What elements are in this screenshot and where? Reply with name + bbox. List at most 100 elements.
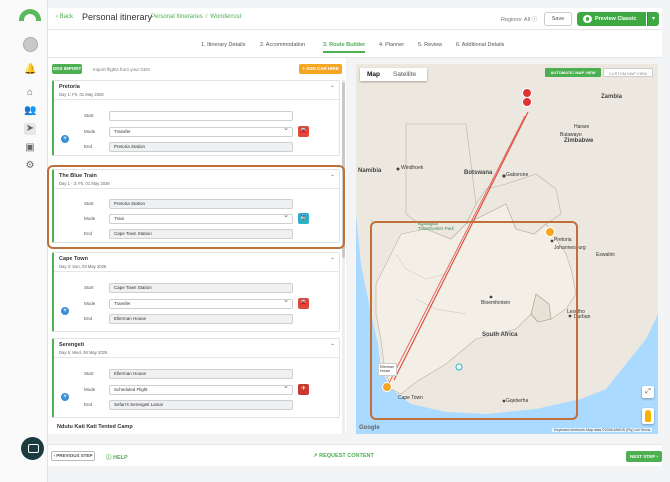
fullscreen-icon[interactable]: ⤢ [642,386,654,398]
chevron-up-icon[interactable]: ⌃ [330,257,335,264]
stop-name[interactable]: Ndutu Kati Kati Tented Camp [52,424,340,434]
tab-planner[interactable]: 4. Planner [379,42,404,48]
plane-icon: ✈ [298,384,309,395]
users-icon[interactable]: 👥 [24,105,36,117]
tab-accommodation[interactable]: 2. Accommodation [260,42,305,48]
start-field[interactable]: Cape Town Station [109,283,293,293]
map-label-city: Bulawayo [560,132,582,138]
back-link[interactable]: ‹ Back [56,14,73,20]
stop-card: Serengeti Day 6: Wed, 06 May 2026 ⌃ Star… [52,338,340,418]
step-tabs: 1. Itinerary Details 2. Accommodation 3.… [48,30,662,58]
end-field[interactable]: Ellerman House [109,314,293,324]
stop-date: Day 3: Sun, 03 May 2026 [59,264,107,269]
home-icon[interactable]: ⌂ [24,87,36,99]
mode-select[interactable]: Transfer [109,297,293,309]
mode-label: Mode [84,129,96,134]
tab-route-builder[interactable]: 3. Route Builder [323,42,366,53]
add-leg-button[interactable]: + [61,307,69,315]
map-label-country: Eswatini [596,252,615,258]
start-field[interactable] [109,111,293,121]
car-icon: 🚘 [298,126,309,137]
end-label: End [84,144,93,149]
map-pin[interactable] [522,97,532,107]
save-button[interactable]: Save [544,12,572,26]
image-icon[interactable]: ▣ [24,142,36,154]
preview-label: Preview Classic [595,16,637,22]
automatic-map-view-button[interactable]: AUTOMATIC MAP VIEW [545,68,601,77]
next-step-label: NEXT STEP [630,454,656,459]
highlight-box [370,221,578,420]
breadcrumb-item[interactable]: Personal Itineraries [151,14,203,20]
tab-map[interactable]: Map [367,71,380,78]
app-logo[interactable] [19,9,41,21]
divider [54,99,339,100]
tab-satellite[interactable]: Satellite [393,71,416,78]
mode-select[interactable]: Scheduled Flight [109,383,293,395]
tab-additional-details[interactable]: 6. Additional Details [456,42,504,48]
bell-icon[interactable]: 🔔 [24,64,36,76]
gds-hint: Import flights from your GDS [93,67,151,72]
chat-icon[interactable] [21,437,44,460]
map-label-country: Namibia [358,168,382,174]
map-label-country: Zimbabwe [564,138,594,144]
send-icon[interactable]: ➤ [24,123,36,135]
tab-itinerary-details[interactable]: 1. Itinerary Details [201,42,245,48]
help-link[interactable]: ⓘ HELP [106,453,128,461]
map-label-country: Botswana [464,170,493,176]
top-header: ‹ Back Personal itinerary Personal Itine… [48,8,662,30]
chevron-down-icon: ▾ [651,16,655,22]
help-label: HELP [113,455,128,461]
car-icon: 🚘 [298,298,309,309]
footer-bar: ‹ PREVIOUS STEP ⓘ HELP ↗ REQUEST CONTENT… [48,444,662,466]
start-label: Start [84,371,94,376]
chevron-up-icon[interactable]: ⌃ [330,343,335,350]
gear-icon[interactable]: ⚙ [24,160,36,172]
mode-label: Mode [84,301,96,306]
map-label-city: Harare [574,124,590,130]
regions-label: Regions: All [501,17,531,23]
request-icon: ↗ [313,453,318,459]
breadcrumb-item[interactable]: Wonderrust [210,14,241,20]
mode-select[interactable]: Transfer [109,125,293,137]
divider [54,271,339,272]
mode-label: Mode [84,387,96,392]
eye-icon [583,15,592,23]
previous-step-button[interactable]: ‹ PREVIOUS STEP [51,451,95,461]
divider [54,357,339,358]
next-step-button[interactable]: NEXT STEP › [626,451,662,462]
request-content-link[interactable]: ↗ REQUEST CONTENT [313,453,374,459]
stop-name: Serengeti [59,342,85,348]
preview-dropdown-button[interactable]: ▾ [647,12,659,26]
map-label-city: Windhoek [401,165,424,171]
start-field[interactable]: Ellerman House [109,369,293,379]
breadcrumb: Personal Itineraries / Wonderrust [151,14,241,20]
page-title: Personal itinerary [82,12,153,22]
end-field[interactable]: Pretoria Station [109,142,293,152]
map-type-tabs: Map Satellite [360,68,427,81]
tab-review[interactable]: 5. Review [418,42,442,48]
street-view-icon[interactable] [642,408,654,424]
avatar[interactable] [23,37,38,52]
preview-button[interactable]: Preview Classic [577,12,646,26]
info-icon: ⓘ [531,17,538,23]
end-label: End [84,402,93,407]
chevron-up-icon[interactable]: ⌃ [330,85,335,92]
map-label-country: Zambia [601,94,623,100]
add-leg-button[interactable]: + [61,135,69,143]
request-content-label: REQUEST CONTENT [319,453,374,459]
regions-filter[interactable]: Regions: All ⓘ [501,15,537,23]
start-label: Start [84,285,94,290]
gds-import-button[interactable]: GDS IMPORT [52,64,82,74]
add-leg-button[interactable]: + [61,393,69,401]
left-rail: 🔔 ⌂ 👥 ➤ ▣ ⚙ [0,0,48,482]
stop-name: Cape Town [59,256,88,262]
start-label: Start [84,113,94,118]
stop-name: Pretoria [59,84,80,90]
end-field[interactable]: Sefari's Serengeti Lamai [109,400,293,410]
stop-card: Cape Town Day 3: Sun, 03 May 2026 ⌃ Star… [52,252,340,332]
map-label-city: Gaborone [506,172,529,178]
custom-map-view-button[interactable]: CUSTOM MAP VIEW [603,68,653,77]
breadcrumb-separator: / [205,14,208,20]
add-car-hire-button[interactable]: + ADD CAR HIRE [299,64,342,74]
map-attribution: Keyboard shortcuts Map data ©2026 AfriGI… [552,428,653,432]
